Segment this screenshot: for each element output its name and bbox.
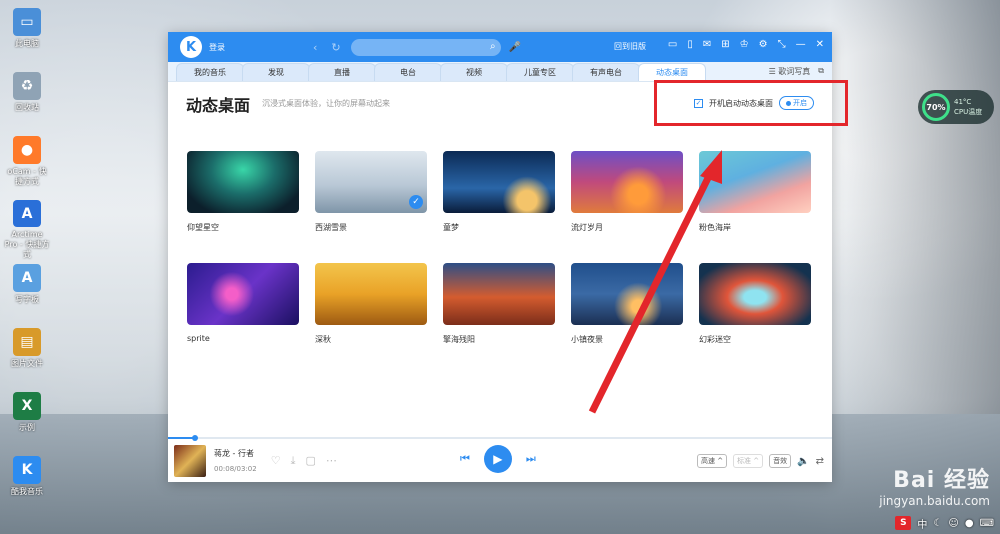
cpu-temp: 41°C <box>954 98 972 106</box>
keyboard-icon[interactable]: ⌨ <box>980 518 994 529</box>
language-indicator[interactable]: 中 <box>917 516 927 531</box>
system-tray: S 中 ☾ ☺ ● ⌨ <box>860 512 1000 534</box>
arrow-head <box>700 150 722 184</box>
cpu-info: 41°C CPU温度 <box>954 97 982 117</box>
moon-icon[interactable]: ☾ <box>933 518 942 529</box>
annotation-arrow <box>588 150 722 414</box>
cpu-label: CPU温度 <box>954 108 983 116</box>
ime-icon[interactable]: S <box>895 516 912 530</box>
emoji-icon[interactable]: ☺ <box>948 518 958 529</box>
watermark-title: Bai 经验 <box>893 468 990 493</box>
baidu-watermark: Bai 经验 jingyan.baidu.com <box>879 462 990 508</box>
mic-tray-icon[interactable]: ● <box>965 518 974 529</box>
watermark-url: jingyan.baidu.com <box>879 494 990 508</box>
cpu-usage-ring: 70% <box>922 93 950 121</box>
arrow-shaft <box>588 168 716 414</box>
cpu-temperature-widget[interactable]: 70% 41°C CPU温度 <box>918 90 994 124</box>
